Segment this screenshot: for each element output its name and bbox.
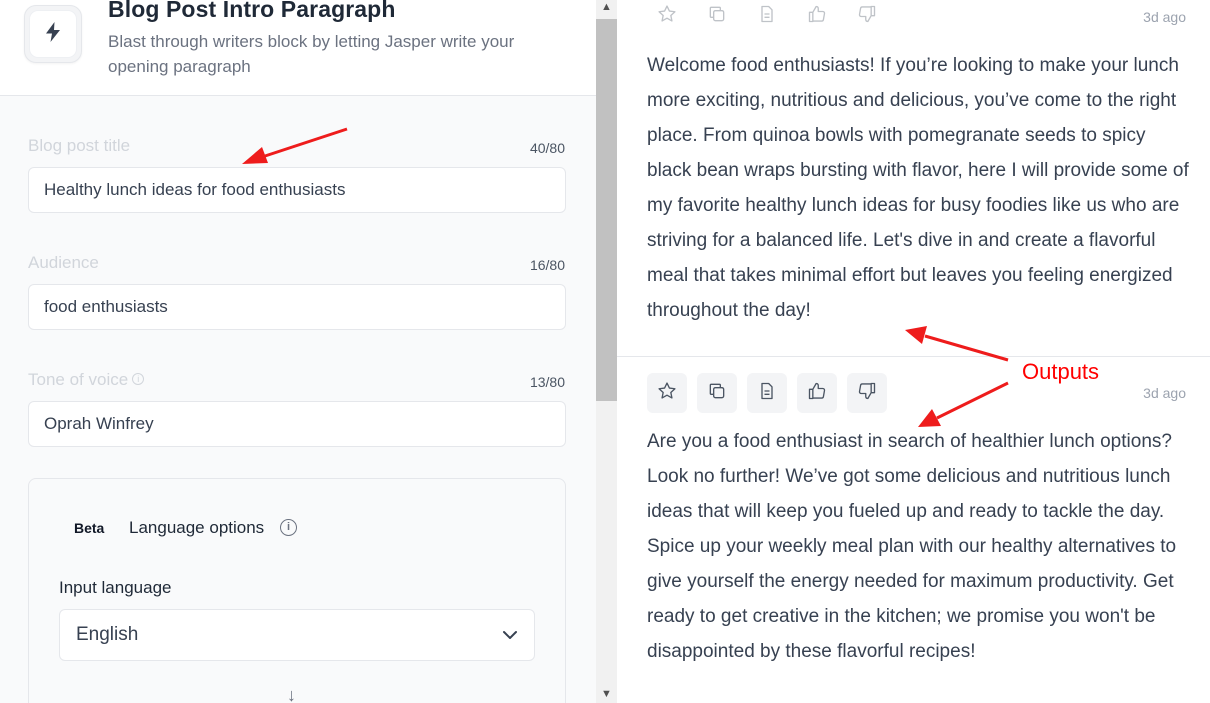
input-panel: Blog Post Intro Paragraph Blast through … [0, 0, 596, 703]
arrow-down-icon[interactable]: ↓ [287, 685, 296, 703]
audience-count: 16/80 [529, 257, 565, 273]
info-icon[interactable]: i [132, 373, 145, 385]
blog-post-title-label: Blog post title [28, 136, 131, 155]
input-panel-scrollbar[interactable]: ▲ ▼ [596, 0, 617, 703]
thumbs-down-icon [857, 4, 877, 29]
dislike-button[interactable] [847, 0, 887, 36]
audience-value: food enthusiasts [44, 297, 168, 316]
scroll-up-arrow-icon[interactable]: ▲ [596, 0, 617, 16]
output-text: Are you a food enthusiast in search of h… [647, 431, 1177, 662]
chevron-down-icon [502, 624, 518, 646]
star-icon [657, 4, 677, 29]
language-options-title: Language options [129, 518, 265, 537]
output-card: 3d ago Are you a food enthusiast in sear… [617, 357, 1210, 703]
scrollbar-thumb[interactable] [596, 19, 617, 401]
audience-input[interactable]: food enthusiasts [28, 284, 566, 330]
annotation-label: Outputs [1022, 359, 1100, 384]
dislike-button[interactable] [847, 373, 887, 413]
output-card: 3d ago Welcome food enthusiasts! If you’… [617, 0, 1210, 357]
output-actions [647, 373, 887, 413]
star-icon [657, 381, 677, 406]
copy-button[interactable] [697, 373, 737, 413]
favorite-button[interactable] [647, 0, 687, 36]
save-document-button[interactable] [747, 373, 787, 413]
blog-post-title-count: 40/80 [529, 140, 565, 156]
language-options-panel: Beta Language options i Input language E… [28, 478, 566, 703]
document-icon [757, 4, 777, 29]
thumbs-down-icon [857, 381, 877, 406]
output-text: Welcome food enthusiasts! If you’re look… [647, 55, 1189, 321]
thumbs-up-icon [807, 381, 827, 406]
blog-post-title-input[interactable]: Healthy lunch ideas for food enthusiasts [28, 167, 566, 213]
input-language-select[interactable]: English [59, 609, 535, 661]
beta-badge: Beta [74, 520, 105, 536]
template-header: Blog Post Intro Paragraph Blast through … [0, 0, 596, 96]
tone-of-voice-input[interactable]: Oprah Winfrey [28, 401, 566, 447]
outputs-panel: 3d ago Welcome food enthusiasts! If you’… [617, 0, 1210, 703]
tone-of-voice-label-wrap: Tone of voice i [28, 370, 145, 390]
favorite-button[interactable] [647, 373, 687, 413]
tone-of-voice-value: Oprah Winfrey [44, 414, 154, 433]
output-actions [647, 0, 887, 36]
scroll-down-arrow-icon[interactable]: ▼ [596, 687, 617, 703]
page-title: Blog Post Intro Paragraph [108, 0, 396, 22]
template-icon-tile [24, 5, 82, 63]
like-button[interactable] [797, 373, 837, 413]
audience-label: Audience [28, 253, 99, 272]
tone-of-voice-count: 13/80 [529, 374, 565, 390]
output-timestamp: 3d ago [1143, 9, 1186, 25]
input-language-value: English [76, 624, 139, 645]
copy-button[interactable] [697, 0, 737, 36]
copy-icon [707, 381, 727, 406]
info-icon[interactable]: i [280, 519, 297, 536]
bolt-icon [45, 21, 61, 47]
copy-icon [707, 4, 727, 29]
thumbs-up-icon [807, 4, 827, 29]
input-language-label: Input language [59, 578, 172, 597]
output-timestamp: 3d ago [1143, 385, 1186, 401]
like-button[interactable] [797, 0, 837, 36]
save-document-button[interactable] [747, 0, 787, 36]
document-icon [757, 381, 777, 406]
tone-of-voice-label: Tone of voice [28, 370, 129, 389]
blog-post-title-value: Healthy lunch ideas for food enthusiasts [44, 180, 346, 199]
page-subtitle: Blast through writers block by letting J… [108, 32, 515, 76]
